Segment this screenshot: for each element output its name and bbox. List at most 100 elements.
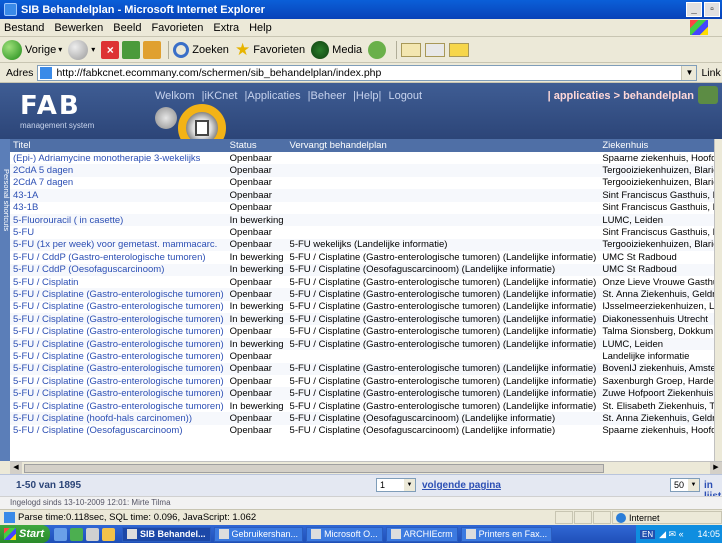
address-input[interactable]: http://fabkcnet.ecommany.com/schermen/si… [37,64,698,81]
stop-button[interactable]: × [101,40,120,59]
quicklaunch-icon[interactable] [70,527,83,541]
links-button[interactable]: Link [701,67,720,79]
menu-bewerken[interactable]: Bewerken [54,22,103,34]
start-button[interactable]: Start [0,525,50,543]
forward-button[interactable]: ▾ [68,39,95,60]
row-title[interactable]: 5-Fluorouracil ( in casette) [10,213,227,227]
column-header-ziekenhuis[interactable]: Ziekenhuis [599,139,714,152]
task-printers[interactable]: Printers en Fax... [460,526,553,542]
table-row[interactable]: 5-FU / CddP (Oesofaguscarcinoom) In bewer… [10,263,714,276]
table-row[interactable]: 43-1BOpenbaar Sint Franciscus Gasthuis, R… [10,202,714,214]
minimize-button[interactable]: _ [686,2,702,17]
favorites-button[interactable]: ★ Favorieten [235,40,305,60]
table-row[interactable]: 5-FUOpenbaar Sint Franciscus Gasthuis, Ro… [10,226,714,238]
menu-extra[interactable]: Extra [213,22,239,34]
row-title[interactable]: 2CdA 5 dagen [10,164,227,177]
table-row[interactable]: 5-FU / Cisplatine (Gastro-enterologische… [10,375,714,387]
language-indicator[interactable]: EN [640,529,656,539]
horizontal-scrollbar[interactable]: ◀ ▶ [10,461,722,474]
mail-button[interactable] [401,42,422,57]
next-page-link[interactable]: volgende pagina [422,480,501,491]
column-header-status[interactable]: Status [226,139,287,152]
row-title[interactable]: 5-FU / Cisplatine (Gastro-enterologische… [10,387,227,400]
row-title[interactable]: 2CdA 7 dagen [10,177,227,189]
table-row[interactable]: 2CdA 7 dagen Openbaar Tergooiziekenhuizen,… [10,177,714,189]
table-row[interactable]: 43-1AOpenbaar Sint Franciscus Gasthuis, R… [10,189,714,202]
row-title[interactable]: 5-FU / Cisplatine (Gastro-enterologische… [10,288,227,301]
table-row[interactable]: 5-FU / Cisplatine (Gastro-enterologische… [10,325,714,337]
table-row[interactable]: 5-FU / Cisplatine (Gastro-enterologische… [10,337,714,351]
menu-favorieten[interactable]: Favorieten [151,22,203,34]
row-title[interactable]: (Epi-) Adriamycine monotherapie 3-wekeli… [10,152,227,164]
task-gebruikershandleiding[interactable]: Gebruikershan... [213,526,304,542]
row-title[interactable]: 5-FU / Cisplatine (Oesofaguscarcinoom) [10,425,227,437]
menu-help[interactable]: Help [249,22,272,34]
table-row[interactable]: 2CdA 5 dagen Openbaar Tergooiziekenhuizen,… [10,164,714,177]
print-button[interactable] [425,42,446,57]
scroll-right-icon[interactable]: ▶ [710,462,722,474]
address-dropdown[interactable]: ▼ [681,65,697,80]
row-title[interactable]: 5-FU / Cisplatine (Gastro-enterologische… [10,325,227,337]
nav-beheer[interactable]: |Beheer [308,90,346,102]
row-title[interactable]: 5-FU / Cisplatine (Gastro-enterologische… [10,375,227,387]
table-row[interactable]: 5-FU (1x per week) voor gemetast. mammac… [10,238,714,252]
search-button[interactable]: Zoeken [173,41,229,58]
history-button[interactable] [368,40,387,59]
row-title[interactable]: 5-FU / Cisplatin [10,276,227,288]
scroll-left-icon[interactable]: ◀ [10,462,22,474]
vertical-scrollbar[interactable] [714,139,722,461]
nav-applicaties[interactable]: |Applicaties [245,90,301,102]
refresh-button[interactable] [122,40,141,59]
table-row[interactable]: 5-Fluorouracil ( in casette) In bewerking… [10,213,714,227]
table-row[interactable]: 5-FU / Cisplatine (Gastro-enterologische… [10,301,714,313]
column-header-vervangt[interactable]: Vervangt behandelplan [286,139,600,152]
row-title[interactable]: 5-FU [10,226,227,238]
table-row[interactable]: 5-FU / Cisplatine (Gastro-enterologische… [10,400,714,412]
task-sib-behandelplan[interactable]: SIB Behandel... [122,526,211,542]
media-button[interactable]: Media [311,40,362,59]
row-title[interactable]: 5-FU / Cisplatine (Gastro-enterologische… [10,313,227,326]
table-row[interactable]: 5-FU / Cisplatine (Oesofaguscarcinoom) Op… [10,425,714,437]
task-microsoft-office[interactable]: Microsoft O... [306,526,383,542]
table-row[interactable]: 5-FU / Cisplatine (Gastro-enterologische… [10,350,714,362]
media-player-icon[interactable] [102,527,115,541]
personal-shortcuts-tab[interactable]: Personal shortcuts [0,139,11,461]
table-row[interactable]: 5-FU / CddP (Gastro-enterologische tumor… [10,251,714,263]
table-row[interactable]: 5-FU / Cisplatin Openbaar 5-FU / Cisplatin… [10,276,714,288]
nav-help[interactable]: |Help| [353,90,381,102]
task-archiecrm[interactable]: ARCHIEcrm [385,526,458,542]
row-title[interactable]: 5-FU / CddP (Oesofaguscarcinoom) [10,263,227,276]
row-title[interactable]: 43-1A [10,189,227,202]
desktop-icon[interactable] [86,527,99,541]
row-title[interactable]: 43-1B [10,202,227,214]
row-title[interactable]: 5-FU / Cisplatine (hoofd-hals carcinomen… [10,412,227,425]
per-page-select[interactable]: 50 ▼ [670,478,700,492]
table-row[interactable]: 5-FU / Cisplatine (hoofd-hals carcinomen… [10,412,714,425]
table-row[interactable]: 5-FU / Cisplatine (Gastro-enterologische… [10,362,714,376]
document-icon[interactable] [155,107,177,129]
maximize-button[interactable]: ▫ [704,2,720,17]
nav-ikcnet[interactable]: |iKCnet [202,90,238,102]
row-title[interactable]: 5-FU / Cisplatine (Gastro-enterologische… [10,350,227,362]
row-title[interactable]: 5-FU / Cisplatine (Gastro-enterologische… [10,400,227,412]
row-title[interactable]: 5-FU (1x per week) voor gemetast. mammac… [10,238,227,252]
back-button[interactable]: Vorige ▾ [2,39,62,60]
table-row[interactable]: 5-FU / Cisplatine (Gastro-enterologische… [10,387,714,400]
table-row[interactable]: 5-FU / Cisplatine (Gastro-enterologische… [10,288,714,301]
nav-logout[interactable]: Logout [388,90,422,102]
exit-icon[interactable] [698,86,718,104]
row-title[interactable]: 5-FU / Cisplatine (Gastro-enterologische… [10,301,227,313]
nav-welkom[interactable]: Welkom [155,90,195,102]
menu-bestand[interactable]: Bestand [4,22,44,34]
page-select[interactable]: 1 ▼ [376,478,416,492]
scroll-thumb[interactable] [24,464,604,473]
column-header-titel[interactable]: Titel [10,139,227,152]
row-title[interactable]: 5-FU / Cisplatine (Gastro-enterologische… [10,337,227,351]
menu-beeld[interactable]: Beeld [113,22,141,34]
folder-button[interactable] [449,42,470,57]
row-title[interactable]: 5-FU / Cisplatine (Gastro-enterologische… [10,362,227,376]
table-row[interactable]: (Epi-) Adriamycine monotherapie 3-wekeli… [10,152,714,164]
home-button[interactable] [143,40,162,59]
table-row[interactable]: 5-FU / Cisplatine (Gastro-enterologische… [10,313,714,326]
row-title[interactable]: 5-FU / CddP (Gastro-enterologische tumor… [10,251,227,263]
